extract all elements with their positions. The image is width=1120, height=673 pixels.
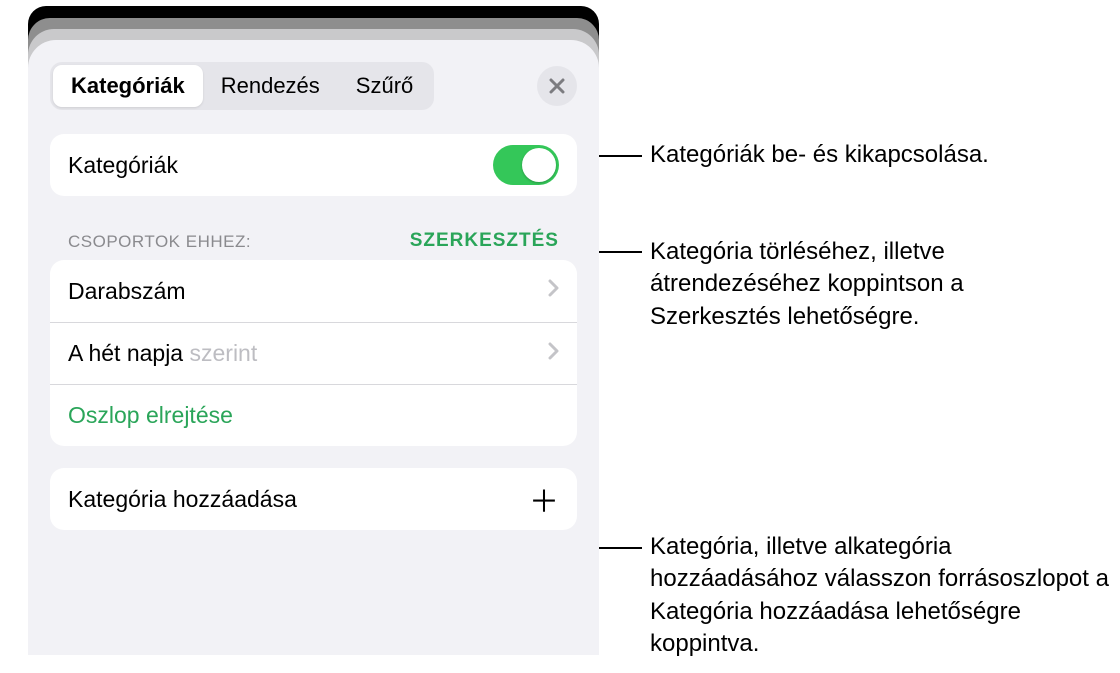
hide-column-label: Oszlop elrejtése — [68, 402, 233, 429]
toggle-knob — [522, 148, 556, 182]
tab-sort[interactable]: Rendezés — [203, 65, 338, 107]
add-category-label: Kategória hozzáadása — [68, 486, 297, 513]
group-row-weekday[interactable]: A hét napja szerint — [50, 322, 577, 384]
close-icon — [549, 78, 565, 94]
add-category-card: Kategória hozzáadása ＋ — [50, 468, 577, 530]
categories-toggle[interactable] — [493, 145, 559, 185]
group-row-subtext: szerint — [190, 340, 258, 366]
categories-toggle-card: Kategóriák — [50, 134, 577, 196]
panel-topbar: Kategóriák Rendezés Szűrő — [50, 62, 577, 110]
tab-filter[interactable]: Szűrő — [338, 65, 431, 107]
callout-text-3: Kategória, illetve alkategória hozzáadás… — [650, 531, 1110, 661]
tab-categories[interactable]: Kategóriák — [53, 65, 203, 107]
group-row-label: A hét napja szerint — [68, 340, 257, 367]
hide-column-row[interactable]: Oszlop elrejtése — [50, 384, 577, 446]
categories-toggle-row: Kategóriák — [50, 134, 577, 196]
callout-text-1: Kategóriák be- és kikapcsolása. — [650, 139, 1110, 171]
group-row-label: Darabszám — [68, 278, 186, 305]
plus-icon: ＋ — [529, 477, 559, 521]
callout-text-2: Kategória törléséhez, illetve átrendezés… — [650, 236, 1100, 333]
add-category-row[interactable]: Kategória hozzáadása ＋ — [50, 468, 577, 530]
edit-button[interactable]: SZERKESZTÉS — [410, 230, 559, 252]
segmented-control: Kategóriák Rendezés Szűrő — [50, 62, 434, 110]
groups-section-title: CSOPORTOK EHHEZ: — [68, 232, 251, 252]
close-button[interactable] — [537, 66, 577, 106]
group-row-text: A hét napja — [68, 340, 190, 366]
group-row-count[interactable]: Darabszám — [50, 260, 577, 322]
categories-toggle-label: Kategóriák — [68, 152, 178, 179]
chevron-right-icon — [548, 342, 559, 366]
organize-panel: Kategóriák Rendezés Szűrő Kategóriák CSO… — [28, 40, 599, 655]
chevron-right-icon — [548, 279, 559, 303]
groups-section-header: CSOPORTOK EHHEZ: SZERKESZTÉS — [50, 230, 577, 260]
groups-list-card: Darabszám A hét napja szerint Oszlop elr… — [50, 260, 577, 446]
